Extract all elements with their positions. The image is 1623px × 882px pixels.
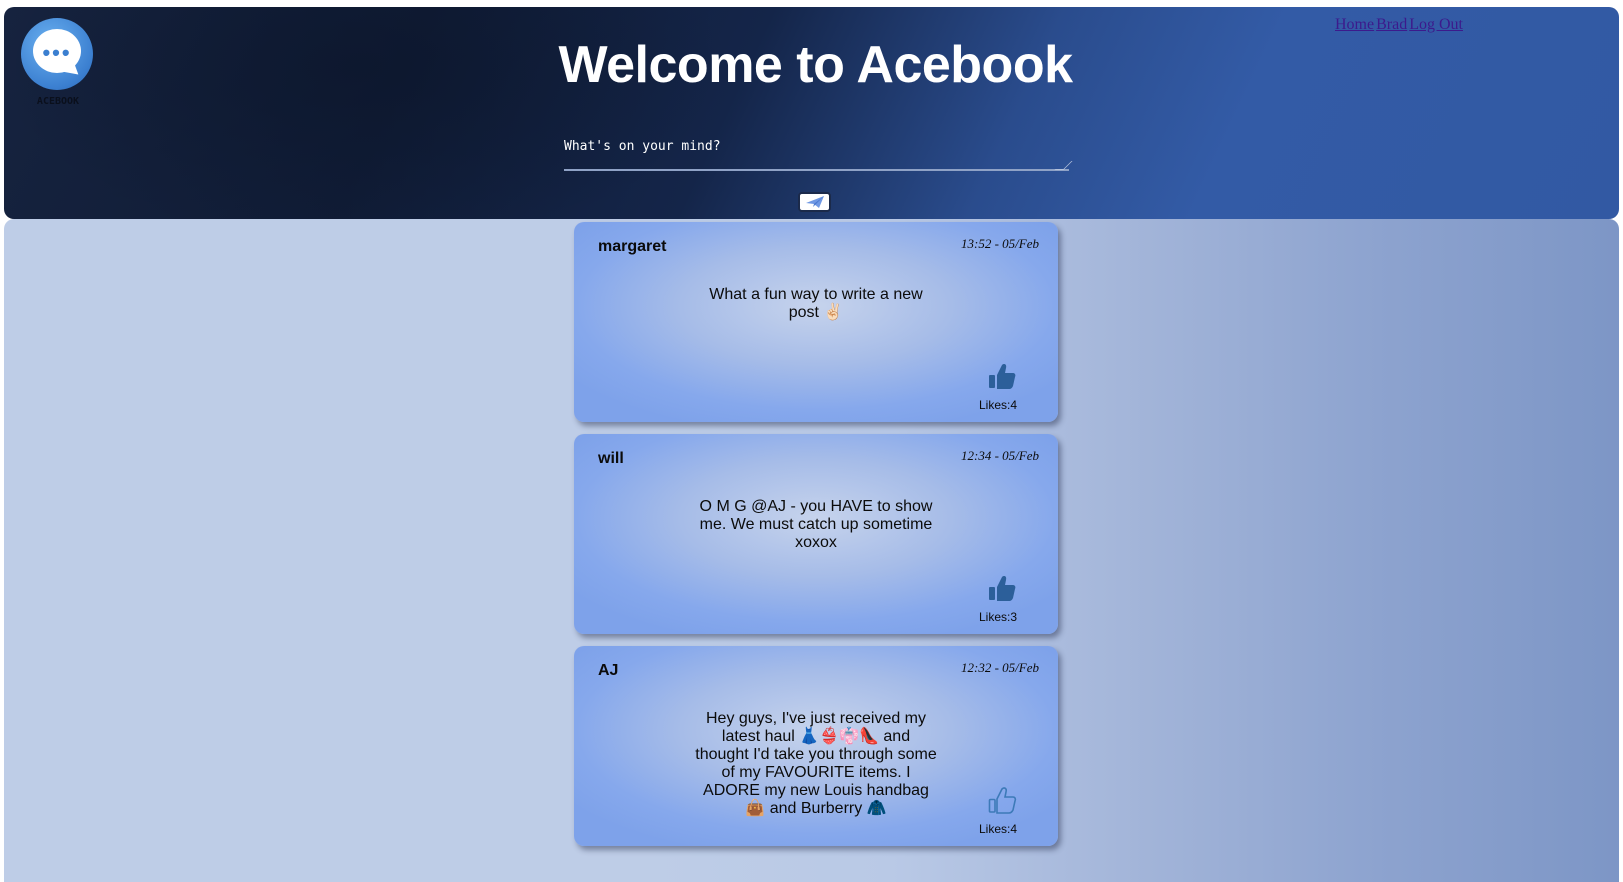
like-count: Likes:4 (978, 398, 1018, 412)
post-author: will (598, 450, 624, 467)
post-feed: margaret 13:52 - 05/Feb What a fun way t… (4, 219, 1619, 882)
paper-plane-icon (805, 196, 824, 208)
nav-logout-link[interactable]: Log Out (1409, 16, 1463, 33)
new-post-textarea[interactable] (564, 131, 1069, 171)
like-count: Likes:4 (978, 822, 1018, 836)
post-card: margaret 13:52 - 05/Feb What a fun way t… (574, 222, 1058, 422)
post-body: What a fun way to write a new post ✌🏻 (709, 286, 923, 321)
page-title: Welcome to Acebook (558, 36, 1074, 94)
post-timestamp: 12:32 - 05/Feb (961, 660, 1039, 675)
post-body: O M G @AJ - you HAVE to show me. We must… (699, 498, 933, 551)
top-nav: Home Brad Log Out (1335, 16, 1465, 34)
thumbs-up-filled-icon[interactable] (987, 574, 1017, 602)
like-count: Likes:3 (978, 610, 1018, 624)
logo-text: ACEBOOK (36, 96, 80, 107)
thumbs-up-filled-icon[interactable] (987, 362, 1017, 390)
post-timestamp: 13:52 - 05/Feb (961, 236, 1039, 251)
post-timestamp: 12:34 - 05/Feb (961, 448, 1039, 463)
nav-home-link[interactable]: Home (1335, 16, 1374, 33)
post-body: Hey guys, I've just received my latest h… (695, 710, 937, 817)
submit-post-button[interactable] (798, 192, 831, 212)
thumbs-up-outline-icon[interactable] (987, 786, 1017, 814)
post-card: will 12:34 - 05/Feb O M G @AJ - you HAVE… (574, 434, 1058, 634)
post-card: AJ 12:32 - 05/Feb Hey guys, I've just re… (574, 646, 1058, 846)
header: ••• ACEBOOK Home Brad Log Out Welcome to A… (4, 7, 1619, 219)
post-author: margaret (598, 238, 667, 255)
post-author: AJ (598, 662, 619, 679)
nav-profile-link[interactable]: Brad (1376, 16, 1407, 33)
